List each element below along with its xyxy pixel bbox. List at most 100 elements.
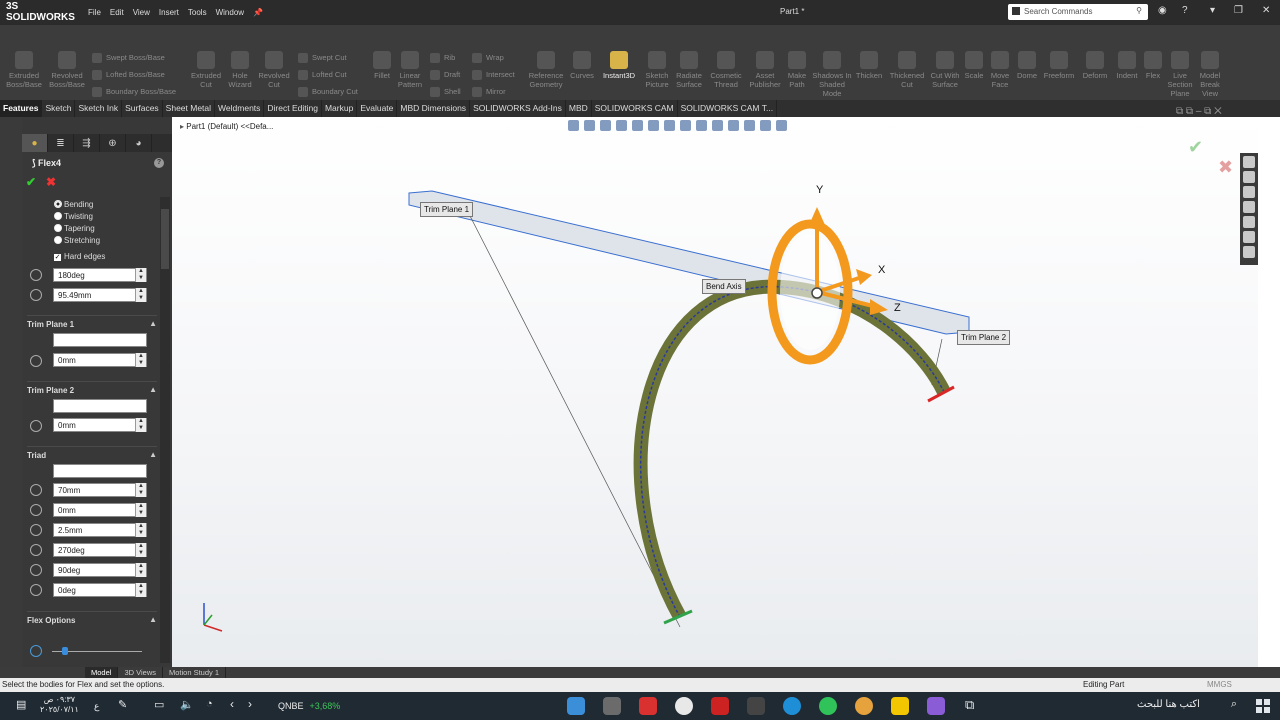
triad-header[interactable]: Triad ▲ — [27, 446, 157, 460]
notifications-icon[interactable]: ▤ — [16, 698, 26, 711]
model-break-view-button[interactable]: Model Break View — [1196, 51, 1224, 98]
tab-surfaces[interactable]: Surfaces — [122, 100, 163, 117]
view-palette-icon[interactable] — [1243, 216, 1255, 228]
tab-sketch-ink[interactable]: Sketch Ink — [75, 100, 123, 117]
pen-icon[interactable]: ✎ — [118, 698, 127, 711]
bend-axis-label[interactable]: Bend Axis — [702, 279, 746, 294]
display-manager-tab-icon[interactable]: ◕ — [126, 134, 152, 152]
trim-plane-1-label[interactable]: Trim Plane 1 — [420, 202, 474, 217]
asset-publisher-button[interactable]: Asset Publisher — [746, 51, 784, 89]
menu-view[interactable]: View — [133, 8, 150, 17]
make-path-button[interactable]: Make Path — [784, 51, 810, 89]
accuracy-slider-knob[interactable] — [62, 647, 68, 655]
tab-mbd-dimensions[interactable]: MBD Dimensions — [397, 100, 471, 117]
battery-icon[interactable]: ▭ — [154, 698, 164, 711]
tab-cam-tbm[interactable]: SOLIDWORKS CAM T... — [678, 100, 778, 117]
triad-y-field[interactable]: 0mm — [53, 503, 147, 517]
volume-icon[interactable]: 🔈 — [180, 698, 194, 711]
triad-x-spinner[interactable]: ▲ ▼ — [135, 483, 146, 497]
rotation-z-spinner[interactable]: ▲ ▼ — [135, 583, 146, 597]
shadows-button[interactable]: Shadows In Shaded Mode — [810, 51, 854, 98]
tab-cam[interactable]: SOLIDWORKS CAM — [592, 100, 678, 117]
tab-direct-editing[interactable]: Direct Editing — [264, 100, 322, 117]
trim-plane-2-offset[interactable]: 0mm — [53, 418, 147, 432]
freeform-button[interactable]: Freeform — [1041, 51, 1077, 80]
rotation-z-field[interactable]: 0deg — [53, 583, 147, 597]
fillet-button[interactable]: Fillet — [370, 51, 394, 80]
trim-plane-2-selection[interactable] — [53, 399, 147, 413]
network-icon[interactable]: ◔ — [206, 698, 213, 710]
file-explorer-app-icon[interactable] — [747, 697, 765, 715]
trim-plane-1-selection[interactable] — [53, 333, 147, 347]
tab-sketch[interactable]: Sketch — [42, 100, 76, 117]
revolved-cut-button[interactable]: Revolved Cut — [256, 51, 292, 89]
search-scope-icon[interactable] — [1012, 7, 1020, 15]
input-language[interactable]: ع — [94, 701, 99, 712]
scale-button[interactable]: Scale — [962, 51, 986, 80]
triad-z-spinner[interactable]: ▲ ▼ — [135, 523, 146, 537]
chevron-left-icon[interactable]: ‹ — [230, 697, 234, 711]
taskbar-clock[interactable]: ٠٩:٣٧ ص ٢٠٢٥/٠٧/١١ — [40, 695, 79, 715]
curves-button[interactable]: Curves — [567, 51, 597, 80]
restore-window-icon[interactable]: ❐ — [1234, 5, 1243, 16]
triad-x-field[interactable]: 70mm — [53, 483, 147, 497]
mode-stretching-radio[interactable]: Stretching — [54, 236, 100, 245]
stock-widget[interactable]: QNBE +3,68% — [278, 701, 340, 711]
appearances-icon[interactable] — [1243, 231, 1255, 243]
trim-plane-1-spinner[interactable]: ▲ ▼ — [135, 353, 146, 367]
linear-pattern-button[interactable]: Linear Pattern — [394, 51, 426, 89]
tab-mbd[interactable]: MBD — [566, 100, 592, 117]
mode-bending-radio[interactable]: Bending — [54, 200, 93, 209]
dimxpert-tab-icon[interactable]: ⊕ — [100, 134, 126, 152]
deform-button[interactable]: Deform — [1078, 51, 1112, 80]
intersect-button[interactable]: Intersect — [472, 70, 515, 80]
solidworks-logo[interactable]: 3S SOLIDWORKS — [0, 1, 88, 23]
menu-edit[interactable]: Edit — [110, 8, 124, 17]
confirm-corner-cancel-icon[interactable]: ✖ — [1218, 157, 1233, 178]
extruded-cut-button[interactable]: Extruded Cut — [188, 51, 224, 89]
copilot-icon[interactable] — [927, 697, 945, 715]
rotation-x-field[interactable]: 270deg — [53, 543, 147, 557]
solidworks-resources-icon[interactable] — [1243, 156, 1255, 168]
pin-icon[interactable]: 📌 — [253, 8, 263, 17]
trim-plane-2-label[interactable]: Trim Plane 2 — [957, 330, 1011, 345]
flex-button[interactable]: Flex — [1142, 51, 1164, 80]
search-commands[interactable]: Search Commands ⚲ — [1008, 4, 1148, 20]
pen-app-icon[interactable] — [603, 697, 621, 715]
camera-app-icon[interactable] — [567, 697, 585, 715]
lofted-cut-button[interactable]: Lofted Cut — [298, 70, 347, 80]
reference-geometry-button[interactable]: Reference Geometry — [526, 51, 566, 89]
solidworks-2024-app-icon[interactable] — [711, 697, 729, 715]
thicken-button[interactable]: Thicken — [854, 51, 884, 80]
taskbar-search[interactable]: اكتب هنا للبحث ⌕ — [1133, 692, 1245, 720]
chrome-canary-icon[interactable] — [855, 697, 873, 715]
custom-properties-icon[interactable] — [1243, 246, 1255, 258]
menu-window[interactable]: Window — [216, 8, 244, 17]
radius-spinner[interactable]: ▲ ▼ — [135, 288, 146, 302]
panel-scrollbar[interactable] — [160, 197, 170, 663]
confirm-corner-check-icon[interactable]: ✔ — [1188, 137, 1203, 158]
rotation-y-field[interactable]: 90deg — [53, 563, 147, 577]
tab-weldments[interactable]: Weldments — [215, 100, 265, 117]
hard-edges-checkbox[interactable]: Hard edges — [54, 252, 105, 261]
chrome-icon[interactable] — [675, 697, 693, 715]
wrap-button[interactable]: Wrap — [472, 53, 504, 63]
tab-navigation-arrows[interactable] — [0, 667, 85, 678]
chevron-down-icon[interactable]: ▾ — [1210, 5, 1215, 16]
indent-button[interactable]: Indent — [1112, 51, 1142, 80]
tab-3d-views[interactable]: 3D Views — [118, 667, 163, 678]
shell-button[interactable]: Shell — [430, 87, 461, 97]
menu-insert[interactable]: Insert — [159, 8, 179, 17]
ok-check-icon[interactable]: ✔ — [26, 175, 36, 189]
whatsapp-icon[interactable] — [819, 697, 837, 715]
unit-system[interactable]: MMGS — [1207, 680, 1232, 689]
configuration-manager-tab-icon[interactable]: ⇶ — [74, 134, 100, 152]
design-library-icon[interactable] — [1243, 186, 1255, 198]
mode-tapering-radio[interactable]: Tapering — [54, 224, 95, 233]
search-icon[interactable]: ⚲ — [1136, 6, 1142, 15]
rotation-y-spinner[interactable]: ▲ ▼ — [135, 563, 146, 577]
tab-markup[interactable]: Markup — [322, 100, 358, 117]
thickened-cut-button[interactable]: Thickened Cut — [886, 51, 928, 89]
sticky-notes-icon[interactable] — [891, 697, 909, 715]
triad-selection[interactable] — [53, 464, 147, 478]
